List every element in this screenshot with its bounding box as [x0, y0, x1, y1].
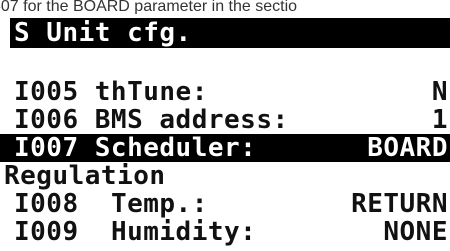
param-row-i007-label: I007 Scheduler: — [14, 134, 256, 162]
param-row-i005[interactable]: I005 thTune: N — [0, 78, 450, 106]
param-label: thTune: — [94, 78, 208, 106]
section-heading-text: Regulation — [4, 162, 166, 190]
param-label: BMS address: — [94, 106, 289, 134]
screen-title-text: S Unit cfg. — [14, 18, 192, 48]
param-value: RETURN — [351, 190, 448, 218]
param-row-i008[interactable]: I008 Temp.: RETURN — [0, 190, 450, 218]
param-row-i006[interactable]: I006 BMS address: 1 — [0, 106, 450, 134]
param-label: Temp.: — [110, 190, 208, 218]
param-row-i007-selected[interactable]: I007 Scheduler: BOARD — [0, 134, 450, 162]
param-label: Humidity: — [110, 218, 257, 246]
param-code: I005 — [14, 78, 79, 106]
section-heading-regulation: Regulation — [0, 162, 450, 190]
param-value: BOARD — [367, 134, 448, 162]
param-code: I009 — [14, 218, 79, 246]
param-row-i008-label: I008 Temp.: — [14, 190, 208, 218]
param-code: I007 — [14, 134, 79, 162]
lcd-display: S Unit cfg. I005 thTune: N I006 BMS addr… — [0, 14, 450, 251]
param-code: I008 — [14, 190, 79, 218]
param-value: NONE — [383, 218, 448, 246]
param-value: N — [431, 78, 448, 106]
param-code: I006 — [14, 106, 79, 134]
param-value: 1 — [431, 106, 448, 134]
param-row-i005-label: I005 thTune: — [14, 78, 208, 106]
param-row-i009[interactable]: I009 Humidity: NONE — [0, 218, 450, 246]
param-row-i009-label: I009 Humidity: — [14, 218, 256, 246]
param-label: Scheduler: — [94, 134, 257, 162]
param-row-i006-label: I006 BMS address: — [14, 106, 289, 134]
screen-title: S Unit cfg. — [10, 18, 450, 48]
